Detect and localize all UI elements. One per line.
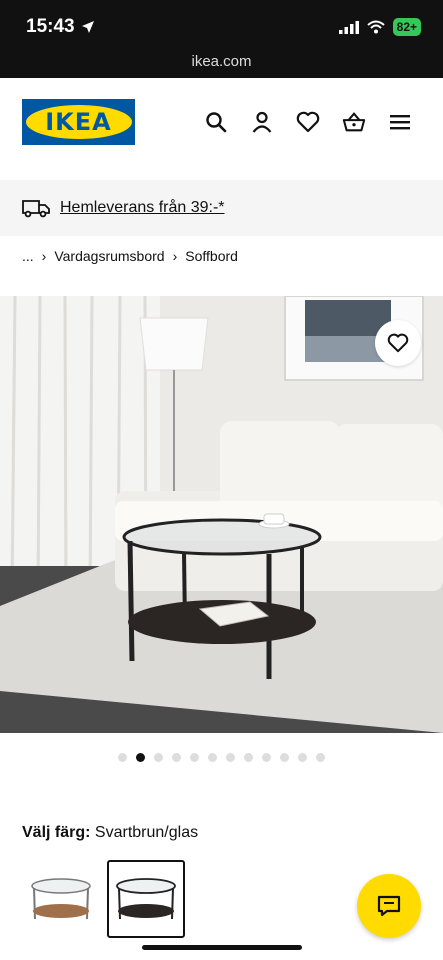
chat-icon [377, 895, 401, 917]
home-indicator[interactable] [142, 945, 302, 950]
carousel-dot[interactable] [190, 753, 199, 762]
color-label-title: Välj färg: [22, 824, 91, 841]
chevron-right-icon: › [172, 248, 178, 264]
site-header: IKEA [0, 78, 443, 180]
shopping-basket-icon[interactable] [342, 110, 366, 134]
breadcrumb-item-soffbord[interactable]: Soffbord [185, 248, 238, 264]
color-option-walnut[interactable] [22, 860, 100, 938]
status-bar: 15:43 82+ ikea.com [0, 0, 443, 78]
carousel-dot[interactable] [154, 753, 163, 762]
carousel-dot[interactable] [118, 753, 127, 762]
carousel-dot[interactable] [298, 753, 307, 762]
color-option-black-brown-glass[interactable] [107, 860, 185, 938]
carousel-dot[interactable] [226, 753, 235, 762]
carousel-dot[interactable] [316, 753, 325, 762]
header-actions [204, 110, 412, 134]
carousel-dot[interactable] [262, 753, 271, 762]
status-time: 15:43 [26, 16, 95, 38]
color-label-value: Svartbrun/glas [94, 824, 199, 841]
product-image[interactable] [0, 296, 443, 733]
address-bar[interactable]: ikea.com [0, 53, 443, 70]
table-thumbnail-black-brown [116, 878, 176, 920]
wifi-icon [366, 20, 385, 34]
logo-text: IKEA [25, 105, 132, 139]
carousel-dot[interactable] [172, 753, 181, 762]
carousel-dot[interactable] [280, 753, 289, 762]
location-arrow-icon [81, 21, 94, 33]
product-photo-illustration [0, 296, 443, 733]
carousel-dot[interactable] [244, 753, 253, 762]
chat-button[interactable] [357, 874, 421, 938]
breadcrumb: ... › Vardagsrumsbord › Soffbord [22, 248, 238, 264]
user-icon[interactable] [250, 110, 274, 134]
breadcrumb-item-vardagsrumsbord[interactable]: Vardagsrumsbord [54, 248, 164, 264]
delivery-banner: Hemleverans från 39:-* [0, 180, 443, 236]
menu-icon[interactable] [388, 110, 412, 134]
carousel-dot[interactable] [136, 753, 145, 762]
table-thumbnail-walnut [31, 878, 91, 920]
status-icons: 82+ [338, 18, 421, 36]
ikea-logo[interactable]: IKEA [22, 99, 135, 145]
chevron-right-icon: › [41, 248, 47, 264]
search-icon[interactable] [204, 110, 228, 134]
delivery-truck-icon [22, 200, 50, 218]
delivery-link[interactable]: Hemleverans från 39:-* [60, 199, 225, 217]
battery-indicator: 82+ [392, 18, 421, 36]
carousel-dot[interactable] [208, 753, 217, 762]
add-to-favourites-button[interactable] [375, 320, 421, 366]
heart-icon[interactable] [296, 110, 320, 134]
heart-icon [387, 333, 409, 353]
signal-icon [338, 20, 359, 34]
breadcrumb-ellipsis[interactable]: ... [22, 248, 34, 264]
image-carousel-dots [118, 753, 325, 762]
color-label: Välj färg: Svartbrun/glas [22, 824, 198, 842]
